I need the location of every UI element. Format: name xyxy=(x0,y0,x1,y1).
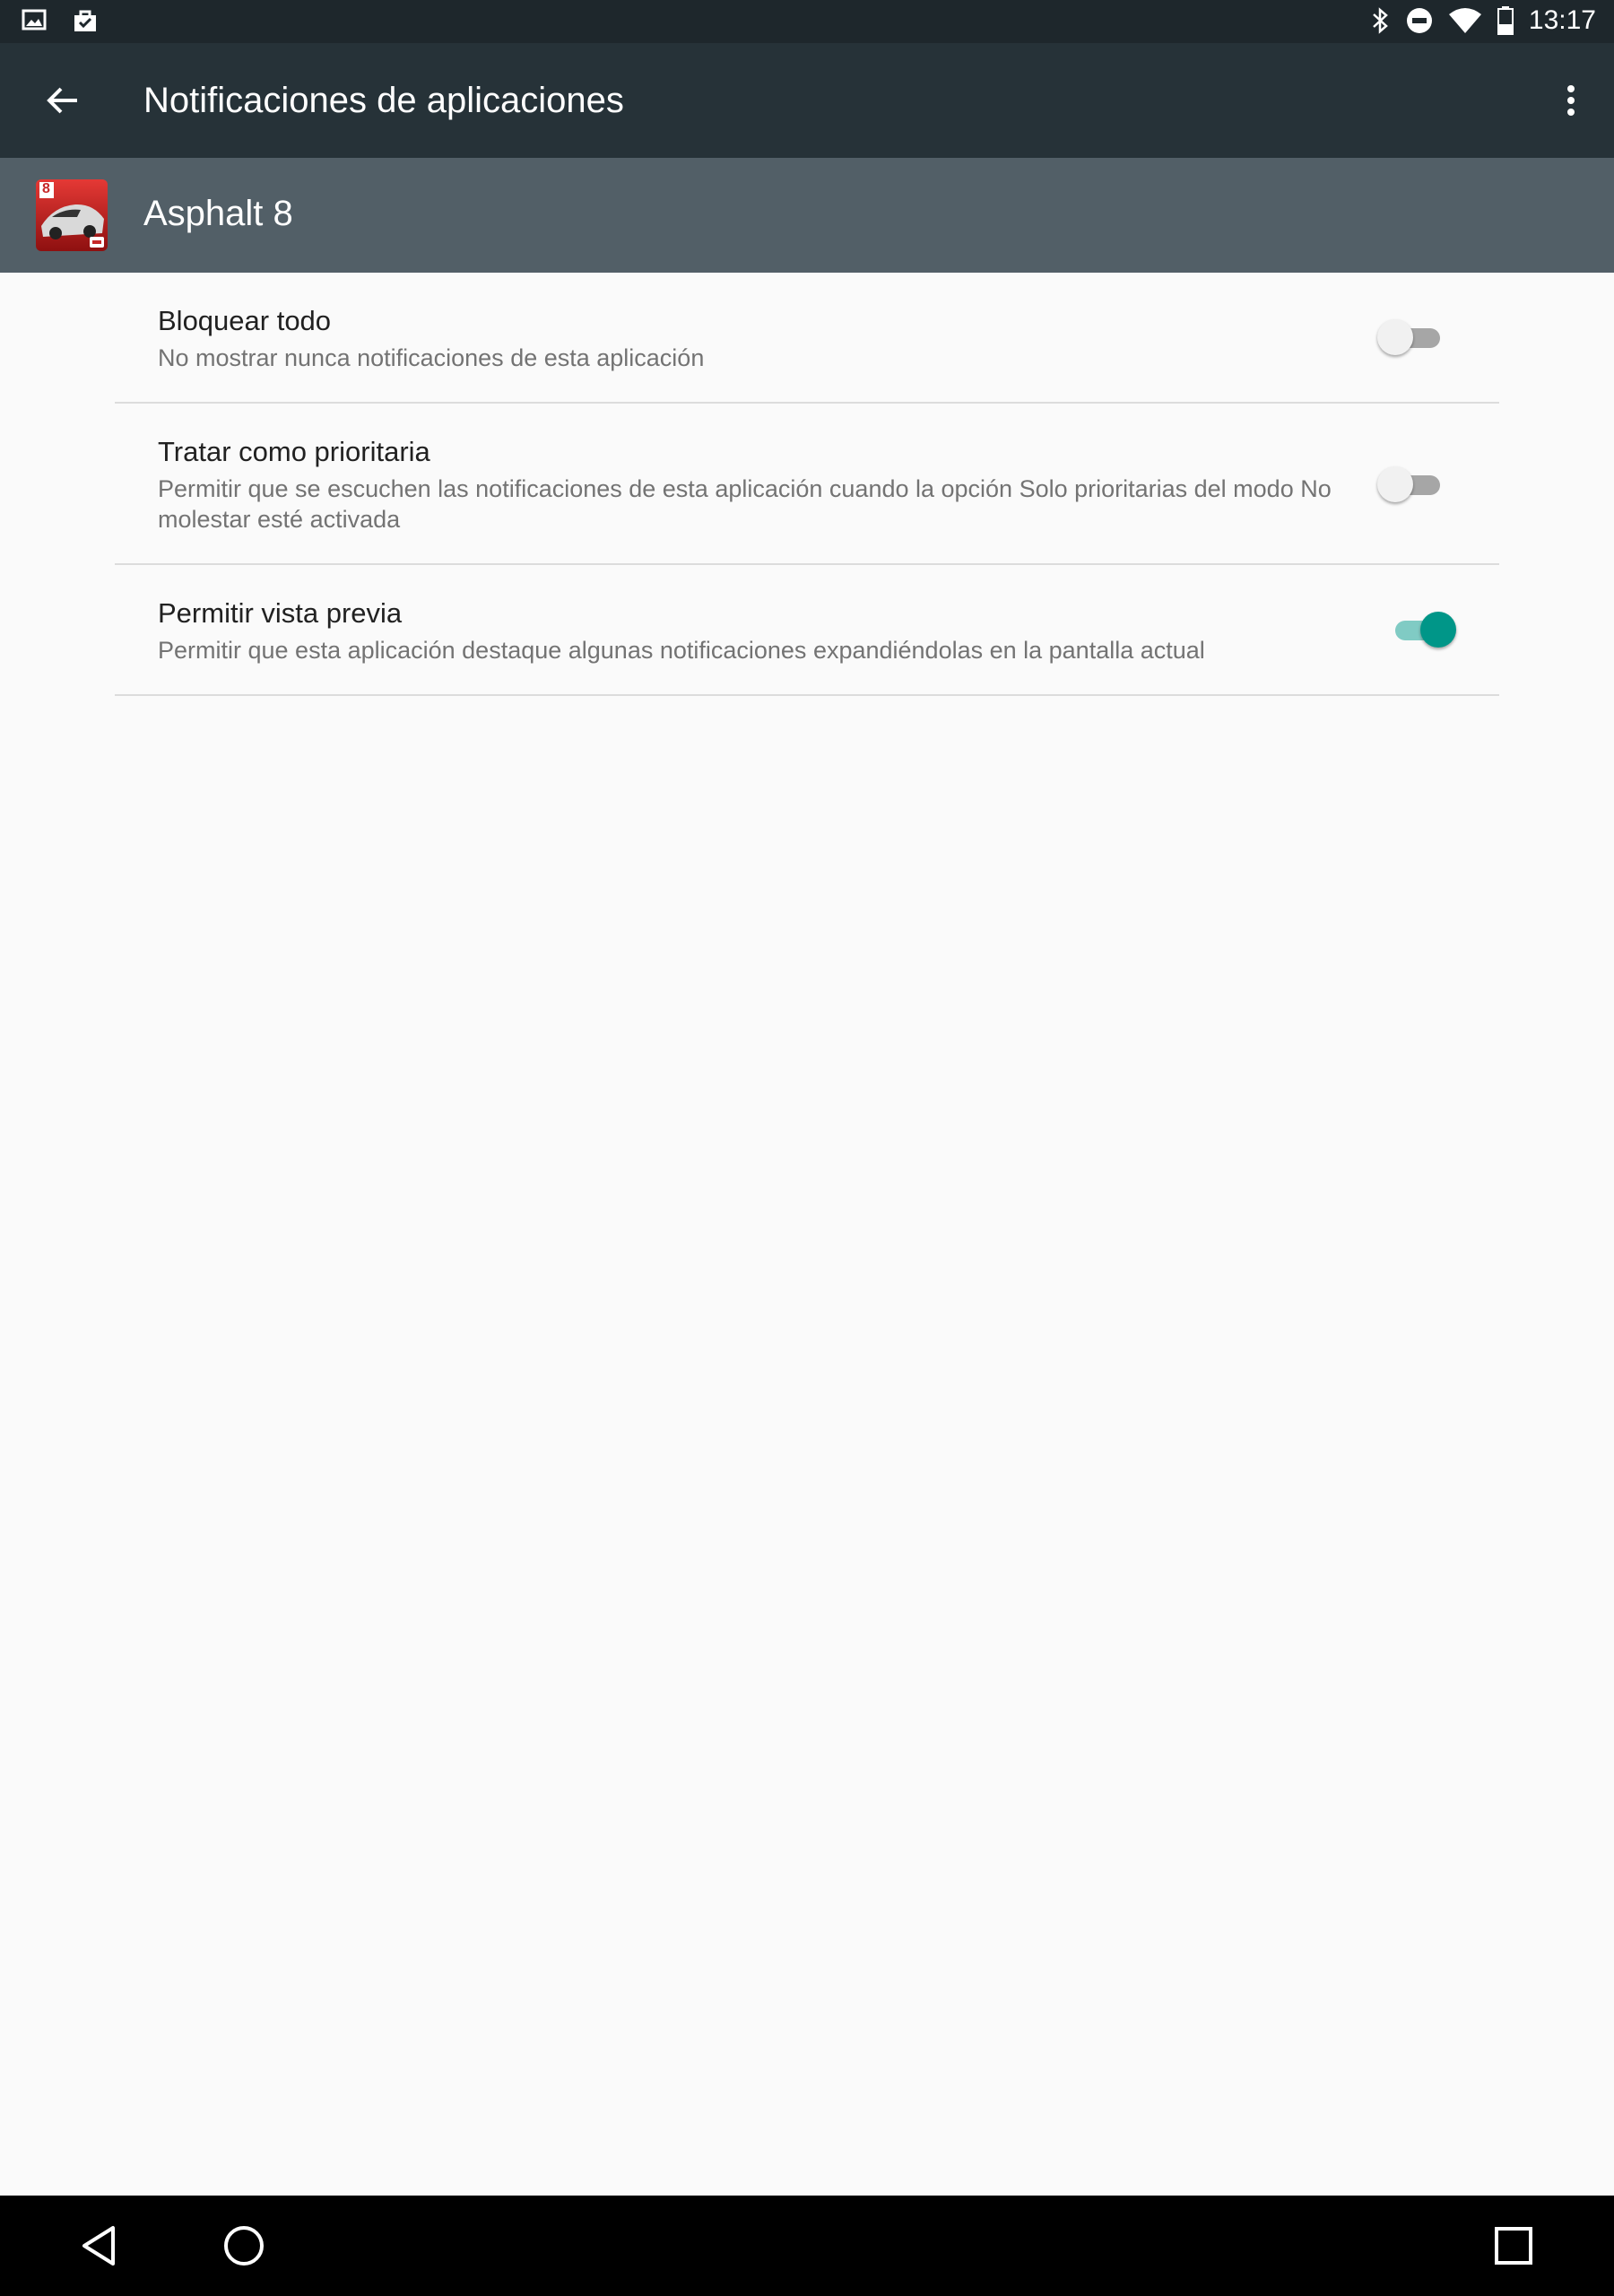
wifi-icon xyxy=(1448,8,1481,33)
setting-summary: Permitir que esta aplicación destaque al… xyxy=(158,637,1205,664)
navigation-bar xyxy=(0,2196,1614,2296)
app-icon-badge: 8 xyxy=(42,181,50,196)
app-header: 8 Asphalt 8 xyxy=(0,158,1614,273)
app-bar: Notificaciones de aplicaciones xyxy=(0,43,1614,158)
switch-thumb xyxy=(1420,612,1456,648)
shopping-bag-icon xyxy=(74,10,96,31)
overflow-menu-button[interactable] xyxy=(1560,79,1582,122)
more-vert-icon xyxy=(1567,85,1575,116)
switch-thumb xyxy=(1377,319,1413,355)
page-title: Notificaciones de aplicaciones xyxy=(143,81,624,120)
setting-summary: Permitir que se escuchen las notificacio… xyxy=(158,475,1332,533)
asphalt-8-icon: 8 xyxy=(36,179,108,251)
settings-list: Bloquear todo No mostrar nunca notificac… xyxy=(115,273,1499,696)
setting-title: Bloquear todo xyxy=(158,305,332,336)
status-left-icons xyxy=(22,7,99,34)
setting-summary: No mostrar nunca notificaciones de esta … xyxy=(158,344,705,371)
setting-title: Tratar como prioritaria xyxy=(158,436,430,467)
back-triangle-icon xyxy=(82,2226,115,2266)
app-name: Asphalt 8 xyxy=(143,194,293,233)
do-not-disturb-icon xyxy=(1406,8,1432,33)
back-button[interactable] xyxy=(41,79,84,122)
bluetooth-icon xyxy=(1373,7,1388,34)
nav-recents-button[interactable] xyxy=(1488,2221,1539,2271)
setting-peek[interactable]: Permitir vista previa Permitir que esta … xyxy=(115,565,1499,696)
setting-title: Permitir vista previa xyxy=(158,597,403,629)
peek-switch[interactable] xyxy=(1390,608,1462,651)
home-circle-icon xyxy=(224,2226,264,2266)
arrow-left-icon xyxy=(47,87,77,114)
setting-block-all[interactable]: Bloquear todo No mostrar nunca notificac… xyxy=(115,273,1499,404)
status-right: 13:17 xyxy=(1371,5,1596,36)
image-icon xyxy=(22,9,47,30)
priority-switch[interactable] xyxy=(1377,463,1449,506)
recents-square-icon xyxy=(1495,2227,1532,2265)
block-all-switch[interactable] xyxy=(1377,316,1449,359)
status-bar: 13:17 xyxy=(0,0,1614,43)
battery-icon xyxy=(1497,6,1514,35)
switch-thumb xyxy=(1377,466,1413,502)
status-time: 13:17 xyxy=(1528,5,1596,35)
nav-home-button[interactable] xyxy=(219,2221,269,2271)
setting-priority[interactable]: Tratar como prioritaria Permitir que se … xyxy=(115,404,1499,565)
nav-back-button[interactable] xyxy=(75,2221,126,2271)
